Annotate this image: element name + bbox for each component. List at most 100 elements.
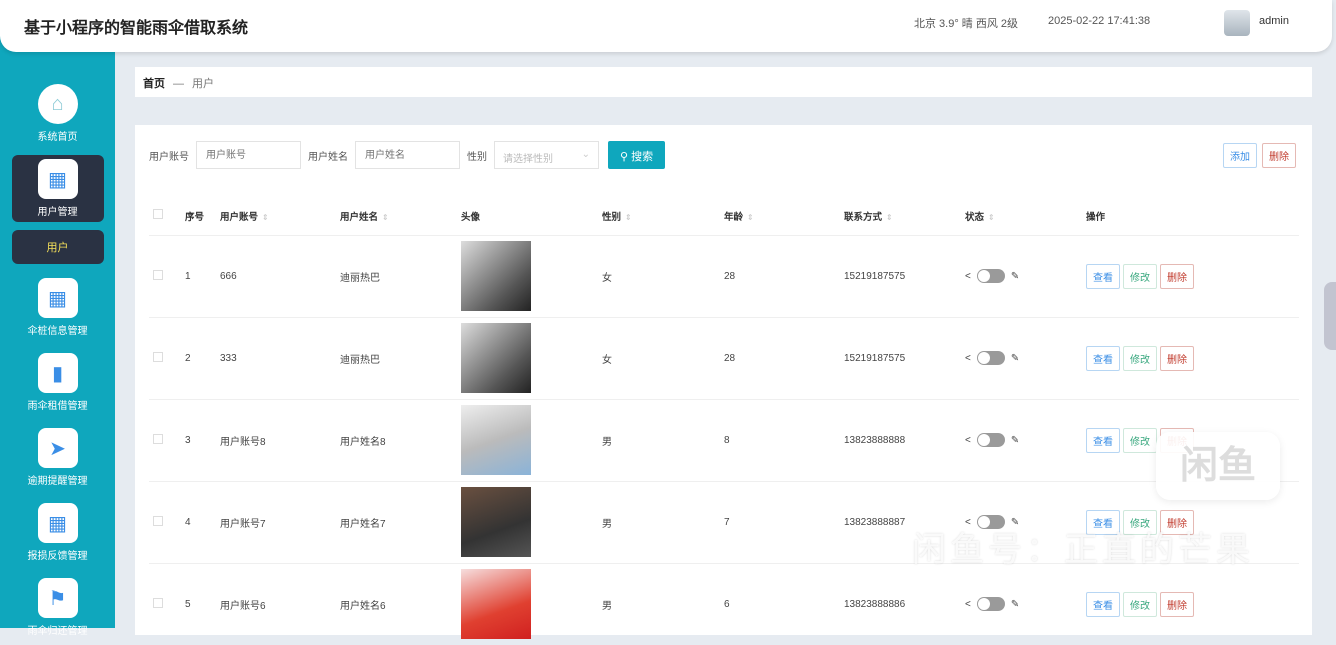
- col-label: 年龄: [724, 211, 744, 223]
- account-input[interactable]: [196, 141, 301, 169]
- batch-delete-button[interactable]: 删除: [1262, 143, 1296, 168]
- sidebar-item-rental[interactable]: ▮ 雨伞租借管理: [12, 349, 104, 416]
- app-title: 基于小程序的智能雨伞借取系统: [24, 20, 249, 37]
- share-icon: <: [965, 434, 971, 446]
- view-button[interactable]: 查看: [1086, 263, 1120, 289]
- home-icon: ⌂: [37, 84, 78, 124]
- breadcrumb: 首页 — 用户: [135, 67, 1312, 97]
- cell-phone: 15219187575: [844, 316, 965, 399]
- select-all-checkbox[interactable]: [153, 209, 163, 220]
- col-avatar: 头像: [461, 211, 481, 223]
- view-button[interactable]: 查看: [1086, 591, 1120, 617]
- col-label: 用户账号: [220, 211, 259, 223]
- sidebar-item-home[interactable]: ⌂ 系统首页: [12, 80, 104, 147]
- chevron-down-icon: ⌄: [581, 149, 590, 160]
- paper-plane-icon: ➤: [37, 428, 78, 468]
- cell-name: 迪丽热巴: [340, 316, 461, 399]
- row-checkbox[interactable]: [153, 515, 163, 526]
- gender-placeholder: 请选择性别: [503, 154, 553, 165]
- sort-icon[interactable]: ⇕: [382, 213, 389, 222]
- cell-no: 4: [185, 480, 220, 563]
- cell-no: 3: [185, 398, 220, 481]
- delete-button[interactable]: 删除: [1160, 591, 1194, 617]
- avatar-image[interactable]: [461, 569, 531, 640]
- avatar-image[interactable]: [461, 241, 531, 311]
- col-label: 用户姓名: [340, 211, 379, 223]
- sort-icon[interactable]: ⇕: [747, 213, 754, 222]
- col-account[interactable]: 用户账号 ⇕: [220, 197, 340, 235]
- view-button[interactable]: 查看: [1086, 427, 1120, 453]
- side-drawer-handle[interactable]: [1324, 282, 1336, 350]
- breadcrumb-home[interactable]: 首页: [143, 78, 165, 90]
- grid-icon: ▦: [37, 278, 78, 318]
- delete-button[interactable]: 删除: [1160, 345, 1194, 371]
- sidebar-item-label: 雨伞归还管理: [27, 626, 88, 637]
- col-age[interactable]: 年龄 ⇕: [724, 197, 844, 235]
- sidebar-subitem-user[interactable]: 用户: [11, 230, 104, 264]
- row-checkbox[interactable]: [153, 269, 163, 280]
- cell-gender: 男: [602, 398, 724, 481]
- status-toggle[interactable]: [976, 269, 1005, 283]
- cell-phone: 13823888886: [844, 562, 965, 645]
- search-icon: ⚲: [620, 151, 632, 163]
- row-checkbox[interactable]: [153, 433, 163, 444]
- sidebar-item-overdue[interactable]: ➤ 逾期提醒管理: [12, 424, 104, 491]
- status-toggle[interactable]: [976, 433, 1005, 447]
- edit-pen-icon: ✎: [1010, 270, 1020, 282]
- table-row: 3 用户账号8 用户姓名8 男 8 13823888888 <✎ 查看修改删除: [149, 398, 1299, 481]
- flag-icon: ⚑: [37, 578, 78, 618]
- avatar-image[interactable]: [461, 487, 531, 557]
- status-toggle[interactable]: [976, 351, 1005, 365]
- user-avatar[interactable]: [1224, 10, 1250, 36]
- col-name[interactable]: 用户姓名 ⇕: [340, 197, 461, 235]
- sidebar-item-label: 报损反馈管理: [27, 551, 88, 562]
- cell-account: 666: [220, 234, 340, 317]
- cell-phone: 15219187575: [844, 234, 965, 317]
- edit-button[interactable]: 修改: [1123, 345, 1157, 371]
- col-label: 状态: [965, 211, 985, 223]
- edit-button[interactable]: 修改: [1123, 591, 1157, 617]
- sidebar-item-label: 伞桩信息管理: [27, 326, 88, 337]
- add-button[interactable]: 添加: [1223, 143, 1257, 168]
- sidebar-item-label: 逾期提醒管理: [27, 476, 88, 487]
- sidebar-item-damage[interactable]: ▦ 报损反馈管理: [12, 499, 104, 566]
- sort-icon[interactable]: ⇕: [988, 213, 995, 222]
- col-actions: 操作: [1086, 211, 1106, 223]
- col-gender[interactable]: 性别 ⇕: [602, 197, 724, 235]
- cell-name: 用户姓名6: [340, 562, 461, 645]
- search-button[interactable]: ⚲ 搜索: [608, 141, 666, 169]
- sort-icon[interactable]: ⇕: [886, 213, 893, 222]
- cell-age: 7: [724, 480, 844, 563]
- user-table: 序号 用户账号 ⇕ 用户姓名 ⇕ 头像 性别 ⇕ 年龄 ⇕ 联系方式 ⇕ 状态 ⇕ 操作 1…: [149, 197, 1299, 645]
- edit-button[interactable]: 修改: [1123, 263, 1157, 289]
- view-button[interactable]: 查看: [1086, 345, 1120, 371]
- status-toggle[interactable]: [976, 597, 1005, 612]
- sidebar-item-stand-info[interactable]: ▦ 伞桩信息管理: [12, 274, 104, 341]
- cell-no: 1: [185, 234, 220, 317]
- cell-gender: 女: [602, 316, 724, 399]
- sidebar-item-user-management[interactable]: ▦ 用户管理: [11, 155, 104, 222]
- edit-button[interactable]: 修改: [1123, 427, 1157, 453]
- sort-icon[interactable]: ⇕: [262, 213, 269, 222]
- sort-icon[interactable]: ⇕: [625, 213, 632, 222]
- gender-label: 性别: [467, 151, 487, 163]
- delete-button[interactable]: 删除: [1160, 263, 1194, 289]
- sidebar-item-label: 用户管理: [37, 207, 78, 218]
- table-row: 2 333 迪丽热巴 女 28 15219187575 < ✎ 查看 修改 删除: [149, 316, 1299, 399]
- avatar-image[interactable]: [461, 323, 531, 393]
- avatar-image[interactable]: [461, 405, 531, 475]
- sidebar-item-label: 雨伞租借管理: [27, 401, 88, 412]
- name-label: 用户姓名: [308, 151, 348, 163]
- col-phone[interactable]: 联系方式 ⇕: [844, 197, 965, 235]
- col-status[interactable]: 状态 ⇕: [965, 197, 1086, 235]
- table-header: 序号 用户账号 ⇕ 用户姓名 ⇕ 头像 性别 ⇕ 年龄 ⇕ 联系方式 ⇕ 状态 ⇕ 操作: [149, 197, 1299, 235]
- row-checkbox[interactable]: [153, 351, 163, 362]
- name-input[interactable]: [355, 141, 460, 169]
- account-label: 用户账号: [149, 151, 189, 163]
- cell-name: 用户姓名7: [340, 480, 461, 563]
- gender-select[interactable]: 请选择性别 ⌄: [494, 141, 599, 169]
- cell-age: 28: [724, 316, 844, 399]
- username[interactable]: admin: [1259, 15, 1289, 27]
- sidebar-item-return[interactable]: ⚑ 雨伞归还管理: [12, 574, 104, 641]
- row-checkbox[interactable]: [153, 597, 163, 608]
